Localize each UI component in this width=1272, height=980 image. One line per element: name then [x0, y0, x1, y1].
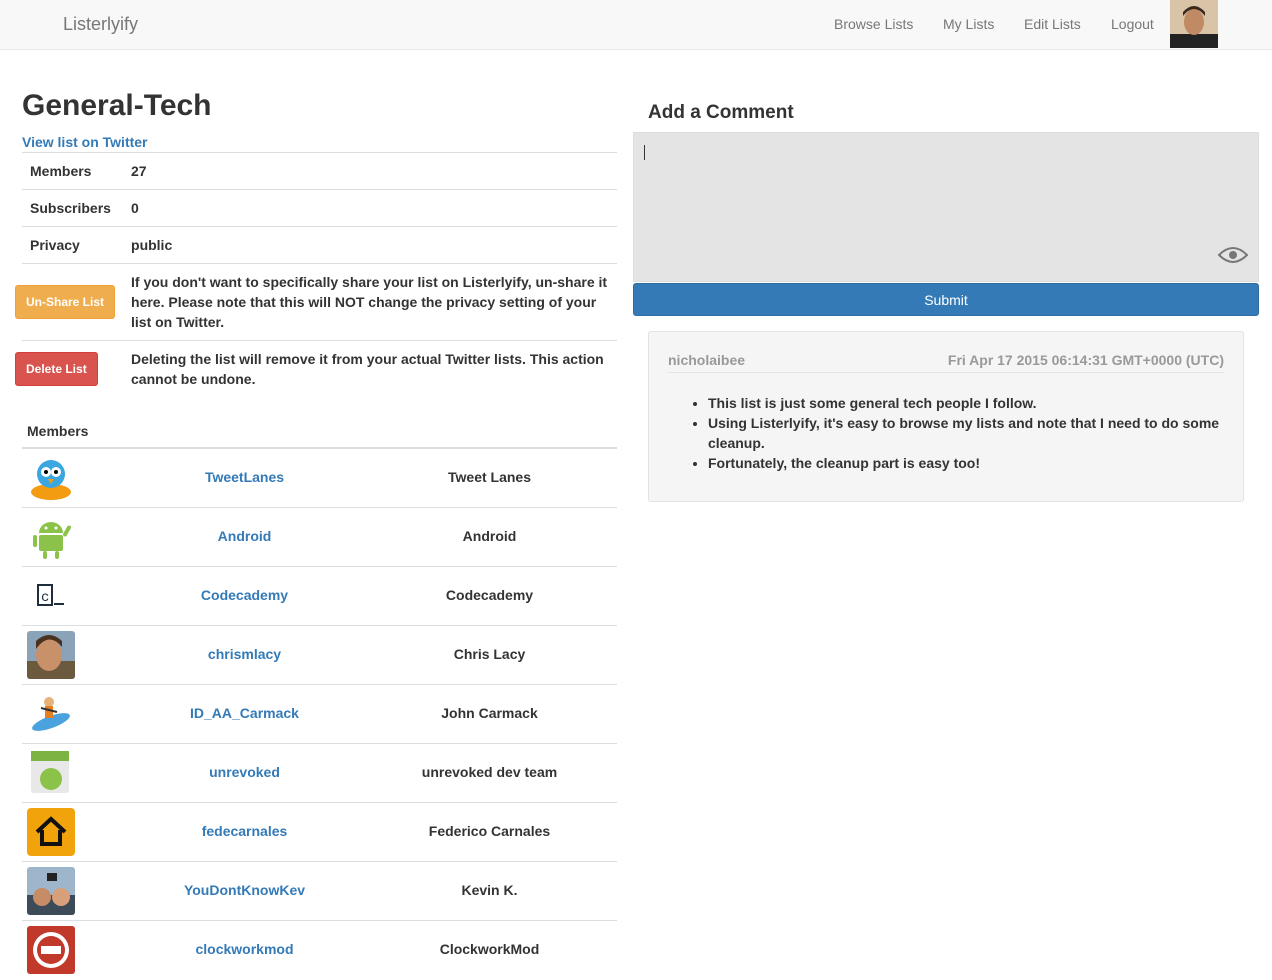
member-row: Android Android: [22, 508, 617, 567]
comment-timestamp: Fri Apr 17 2015 06:14:31 GMT+0000 (UTC): [947, 352, 1224, 368]
member-row: clockworkmod ClockworkMod: [22, 921, 617, 980]
member-handle[interactable]: Codecademy: [117, 587, 372, 603]
navbar: Listerlyify Browse Lists My Lists Edit L…: [0, 0, 1272, 50]
delete-description: Deleting the list will remove it from yo…: [123, 340, 617, 397]
subscribers-value: 0: [123, 189, 617, 227]
subscribers-label: Subscribers: [22, 189, 124, 227]
member-row: chrismlacy Chris Lacy: [22, 626, 617, 685]
member-row: unrevoked unrevoked dev team: [22, 744, 617, 803]
unshare-row: Un-Share List If you don't want to speci…: [15, 263, 617, 341]
comment-author: nicholaibee: [668, 352, 746, 368]
add-comment-heading: Add a Comment: [648, 102, 794, 123]
nav-browse-lists[interactable]: Browse Lists: [834, 16, 913, 32]
android-avatar-icon: [27, 513, 75, 561]
brand-link[interactable]: Listerlyify: [63, 14, 138, 35]
tweetlanes-avatar-icon: [27, 454, 75, 502]
member-handle[interactable]: unrevoked: [117, 764, 372, 780]
youdontknowkev-avatar-icon: [27, 867, 75, 915]
comment-bullet: Fortunately, the cleanup part is easy to…: [708, 453, 1224, 473]
member-name: Codecademy: [445, 587, 534, 603]
member-handle[interactable]: fedecarnales: [117, 823, 372, 839]
list-details: General-Tech View list on Twitter Member…: [15, 86, 617, 980]
privacy-value: public: [123, 226, 617, 264]
member-row: fedecarnales Federico Carnales: [22, 803, 617, 862]
member-handle[interactable]: YouDontKnowKev: [117, 882, 372, 898]
member-name: Chris Lacy: [453, 646, 526, 662]
members-row: Members 27: [22, 152, 617, 190]
member-handle[interactable]: TweetLanes: [117, 469, 372, 485]
nav-logout[interactable]: Logout: [1111, 16, 1154, 32]
privacy-row: Privacy public: [22, 226, 617, 264]
unshare-description: If you don't want to specifically share …: [123, 263, 617, 341]
page-title: General-Tech: [22, 89, 212, 122]
members-value: 27: [123, 152, 617, 190]
comment-card: nicholaibee Fri Apr 17 2015 06:14:31 GMT…: [648, 331, 1244, 502]
members-list: TweetLanes Tweet Lanes Android Android c…: [22, 449, 617, 980]
member-handle[interactable]: chrismlacy: [117, 646, 372, 662]
nav-edit-lists[interactable]: Edit Lists: [1024, 16, 1081, 32]
member-handle[interactable]: Android: [117, 528, 372, 544]
comment-body: This list is just some general tech peop…: [668, 393, 1224, 473]
subscribers-row: Subscribers 0: [22, 189, 617, 227]
list-info-table: Members 27 Subscribers 0 Privacy public …: [15, 152, 617, 397]
member-row: YouDontKnowKev Kevin K.: [22, 862, 617, 921]
comment-bullet: This list is just some general tech peop…: [708, 393, 1224, 413]
member-name: John Carmack: [441, 705, 538, 721]
codecademy-avatar-icon: c: [27, 572, 75, 620]
comment-bullet: Using Listerlyify, it's easy to browse m…: [708, 413, 1224, 453]
privacy-label: Privacy: [22, 226, 124, 264]
user-avatar[interactable]: [1170, 0, 1218, 48]
comment-header: nicholaibee Fri Apr 17 2015 06:14:31 GMT…: [668, 352, 1224, 373]
comment-section: Add a Comment Submit nicholaibee Fri Apr…: [633, 100, 1259, 502]
comment-textarea[interactable]: [633, 132, 1259, 282]
nav-my-lists[interactable]: My Lists: [943, 16, 994, 32]
svg-text:c: c: [41, 590, 49, 606]
member-name: Kevin K.: [461, 882, 518, 898]
member-name: Tweet Lanes: [448, 469, 531, 485]
member-name: unrevoked dev team: [421, 764, 558, 780]
member-row: c Codecademy Codecademy: [22, 567, 617, 626]
unshare-list-button[interactable]: Un-Share List: [15, 285, 116, 319]
member-name: Federico Carnales: [428, 823, 551, 839]
submit-button[interactable]: Submit: [633, 283, 1259, 316]
delete-row: Delete List Deleting the list will remov…: [15, 340, 617, 397]
unrevoked-avatar-icon: [27, 749, 75, 797]
preview-eye-icon[interactable]: [1217, 246, 1249, 267]
carmack-avatar-icon: [27, 690, 75, 738]
member-row: TweetLanes Tweet Lanes: [22, 449, 617, 508]
member-name: Android: [462, 528, 517, 544]
fedecarnales-avatar-icon: [27, 808, 75, 856]
member-handle[interactable]: clockworkmod: [117, 941, 372, 957]
members-label: Members: [22, 152, 124, 190]
member-row: ID_AA_Carmack John Carmack: [22, 685, 617, 744]
comment-bullets: This list is just some general tech peop…: [668, 393, 1224, 473]
chrismlacy-avatar-icon: [27, 631, 75, 679]
text-caret: [644, 145, 645, 160]
delete-list-button[interactable]: Delete List: [15, 352, 98, 386]
view-on-twitter-link[interactable]: View list on Twitter: [22, 134, 617, 150]
member-name: ClockworkMod: [439, 941, 540, 957]
member-handle[interactable]: ID_AA_Carmack: [117, 705, 372, 721]
members-heading: Members: [22, 415, 617, 449]
